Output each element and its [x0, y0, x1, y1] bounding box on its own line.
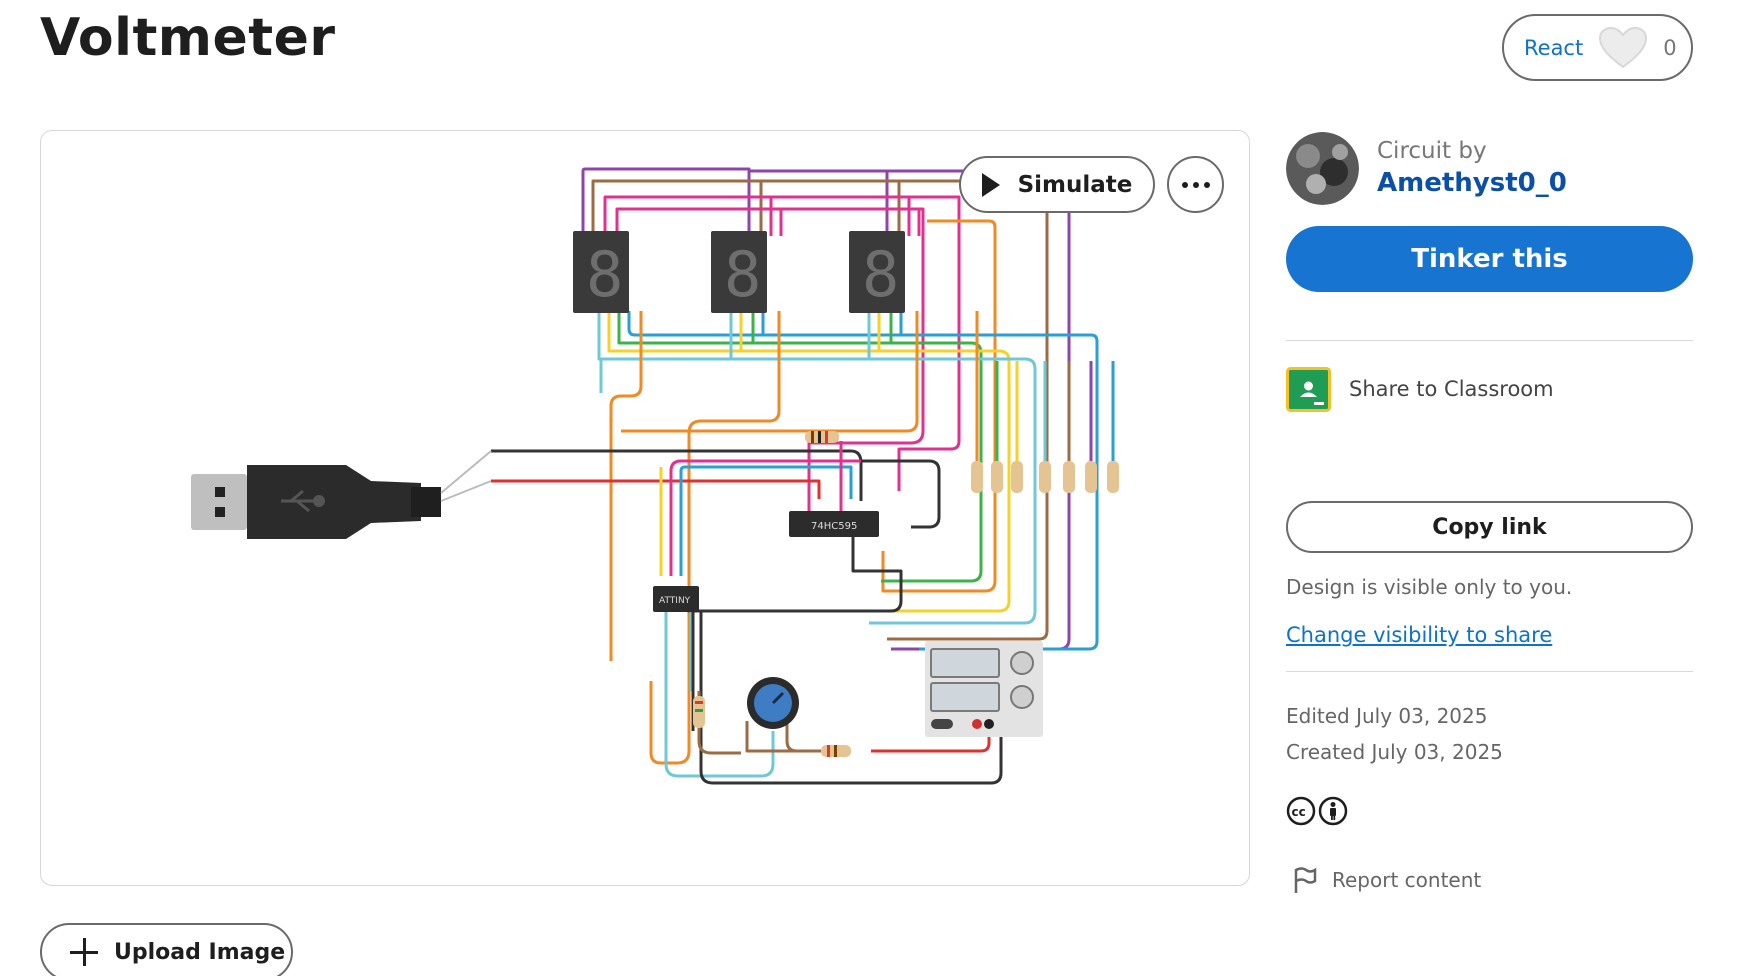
license-badge[interactable]: cc	[1286, 796, 1693, 828]
more-options-icon	[1192, 181, 1199, 188]
google-classroom-icon	[1286, 366, 1331, 412]
flag-icon	[1294, 867, 1317, 893]
svg-text:cc: cc	[1292, 805, 1306, 819]
power-supply-icon	[925, 641, 1043, 737]
usb-plug-icon	[191, 450, 492, 539]
share-to-classroom-button[interactable]: Share to Classroom	[1286, 365, 1693, 413]
upload-image-label: Upload Image	[114, 939, 286, 965]
svg-text:8: 8	[586, 238, 623, 311]
more-options-icon	[1181, 181, 1188, 188]
more-options-button[interactable]	[1167, 156, 1224, 213]
divider	[1286, 671, 1693, 672]
copy-link-button[interactable]: Copy link	[1286, 501, 1693, 553]
react-button[interactable]: React 0	[1502, 14, 1693, 81]
svg-text:8: 8	[724, 238, 761, 311]
author-block: Circuit by Amethyst0_0	[1286, 130, 1693, 206]
play-icon	[981, 172, 1000, 197]
divider	[1286, 340, 1693, 341]
attribution-icon	[1318, 796, 1348, 826]
circuit-by-label: Circuit by	[1377, 138, 1487, 164]
edited-date: Edited July 03, 2025	[1286, 704, 1488, 728]
change-visibility-link[interactable]: Change visibility to share	[1286, 623, 1552, 647]
avatar[interactable]	[1286, 131, 1359, 205]
circuit-canvas[interactable]: 8 8 8 74HC595 ATTINY Simulate	[40, 130, 1250, 886]
author-name-link[interactable]: Amethyst0_0	[1377, 168, 1567, 198]
circuit-diagram: 8 8 8 74HC595 ATTINY	[191, 167, 1119, 785]
simulate-button[interactable]: Simulate	[959, 156, 1155, 213]
plus-icon	[70, 938, 98, 966]
svg-text:8: 8	[862, 238, 899, 311]
heart-icon	[1597, 25, 1649, 71]
simulate-label: Simulate	[1017, 171, 1133, 198]
mcu-label: ATTINY	[659, 596, 691, 606]
report-content-label: Report content	[1332, 868, 1482, 892]
tinker-this-button[interactable]: Tinker this	[1286, 226, 1693, 292]
report-content-button[interactable]: Report content	[1286, 866, 1693, 894]
creative-commons-icon: cc	[1286, 796, 1316, 826]
more-options-icon	[1203, 181, 1210, 188]
upload-image-button[interactable]: Upload Image	[40, 923, 293, 976]
share-to-classroom-label: Share to Classroom	[1349, 377, 1554, 401]
react-label: React	[1524, 35, 1584, 60]
shift-register-label: 74HC595	[811, 521, 857, 532]
react-count: 0	[1663, 35, 1677, 60]
created-date: Created July 03, 2025	[1286, 740, 1503, 764]
sidebar: Circuit by Amethyst0_0 Tinker this Share…	[1286, 130, 1693, 894]
potentiometer-icon	[747, 677, 799, 729]
page-title: Voltmeter	[40, 8, 336, 68]
visibility-note: Design is visible only to you.	[1286, 575, 1573, 599]
